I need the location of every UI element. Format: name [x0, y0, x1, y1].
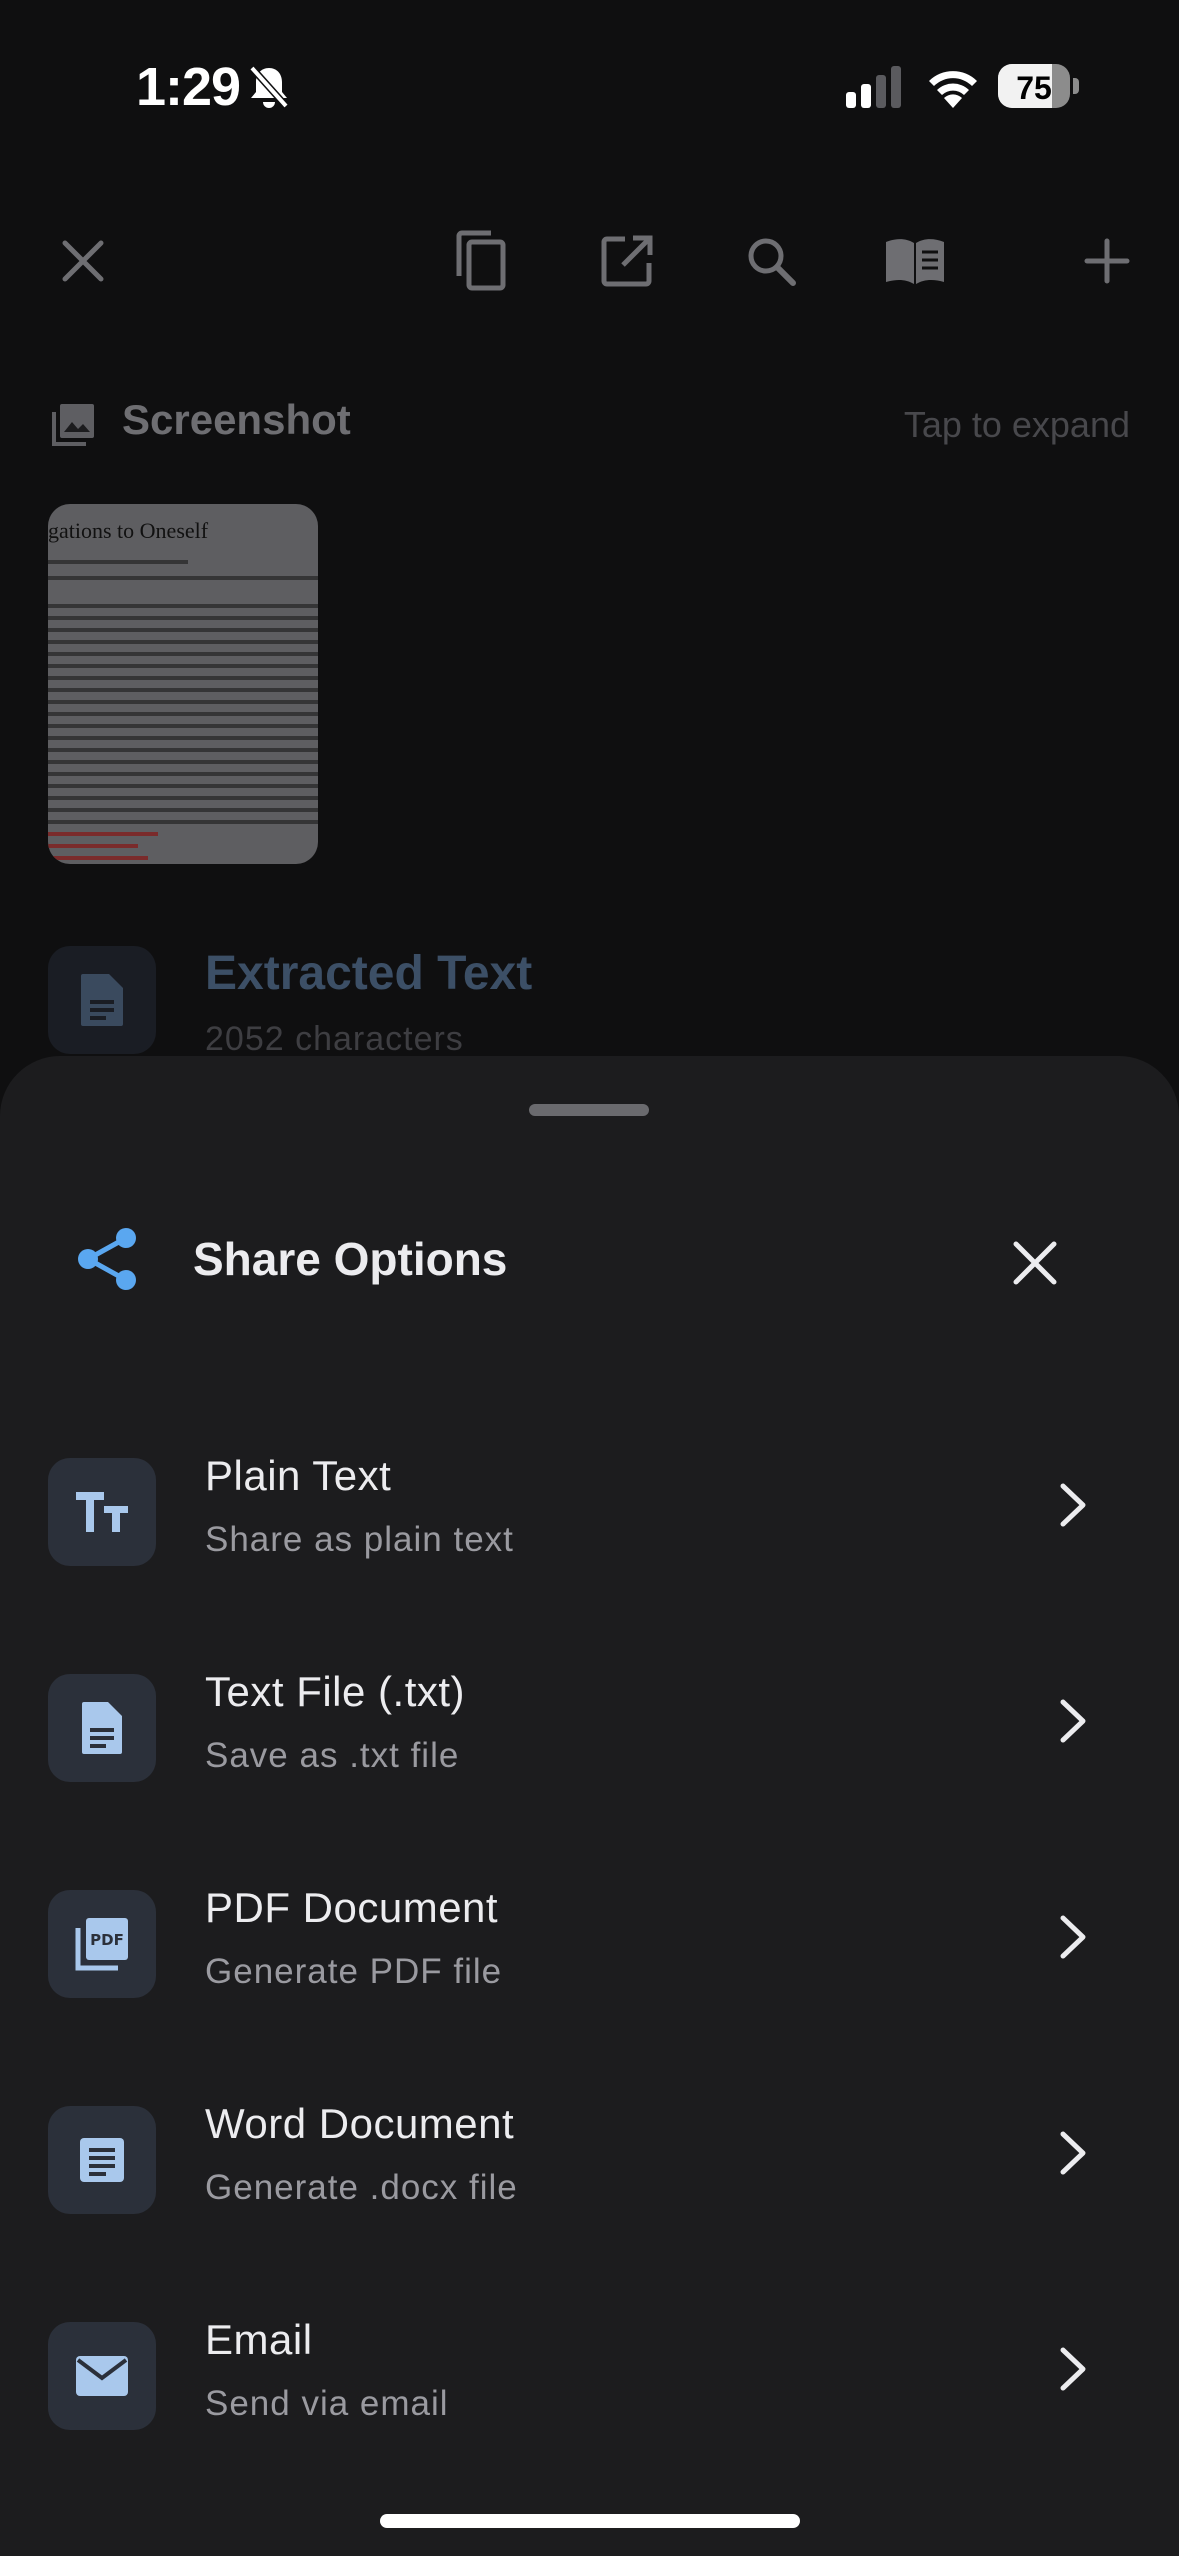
copy-icon[interactable] — [448, 228, 514, 294]
option-title: Plain Text — [205, 1452, 392, 1499]
status-time: 1:29 — [136, 57, 241, 117]
option-subtitle: Generate .docx file — [205, 2168, 518, 2207]
battery-indicator: 75 — [998, 64, 1070, 108]
section-label-screenshot: Screenshot — [122, 396, 351, 443]
close-icon[interactable] — [50, 228, 116, 294]
option-subtitle: Save as .txt file — [205, 1736, 460, 1775]
cellular-signal-icon — [846, 66, 904, 113]
option-title: PDF Document — [205, 1884, 499, 1931]
plus-icon[interactable] — [1074, 228, 1140, 294]
wifi-icon — [925, 64, 981, 113]
battery-percent: 75 — [1016, 70, 1052, 106]
extracted-text-count: 2052 characters — [205, 1020, 464, 1058]
chevron-right-icon — [1058, 1698, 1088, 1749]
open-external-icon[interactable] — [594, 228, 660, 294]
word-doc-icon — [48, 2106, 156, 2214]
extracted-text-title[interactable]: Extracted Text — [205, 946, 532, 1001]
email-icon — [48, 2322, 156, 2430]
chevron-right-icon — [1058, 1482, 1088, 1533]
option-title: Email — [205, 2316, 313, 2363]
option-title: Text File (.txt) — [205, 1668, 466, 1715]
book-icon[interactable] — [882, 228, 948, 294]
share-icon — [76, 1226, 140, 1297]
extracted-text-icon — [48, 946, 156, 1054]
silent-bell-icon — [248, 64, 290, 115]
close-icon — [1013, 1241, 1057, 1285]
document-icon — [48, 1674, 156, 1782]
battery-nub — [1073, 78, 1079, 94]
sheet-drag-handle[interactable] — [529, 1104, 649, 1116]
home-indicator[interactable] — [380, 2514, 800, 2528]
svg-text:PDF: PDF — [90, 1931, 124, 1949]
chevron-right-icon — [1058, 2130, 1088, 2181]
share-option-plain-text[interactable]: Plain Text Share as plain text — [0, 1452, 1179, 1658]
search-icon[interactable] — [738, 228, 804, 294]
option-title: Word Document — [205, 2100, 515, 2147]
option-subtitle: Send via email — [205, 2384, 449, 2423]
chevron-right-icon — [1058, 2346, 1088, 2397]
share-option-word[interactable]: Word Document Generate .docx file — [0, 2100, 1179, 2306]
thumbnail-title: gations to Oneself — [48, 518, 209, 543]
screenshot-thumbnail[interactable]: gations to Oneself — [48, 504, 318, 864]
sheet-title: Share Options — [193, 1233, 508, 1285]
text-format-icon — [48, 1458, 156, 1566]
tap-to-expand-hint[interactable]: Tap to expand — [904, 404, 1130, 446]
share-option-pdf[interactable]: PDF PDF Document Generate PDF file — [0, 1884, 1179, 2090]
close-sheet-button[interactable] — [1004, 1232, 1066, 1294]
share-option-text-file[interactable]: Text File (.txt) Save as .txt file — [0, 1668, 1179, 1874]
option-subtitle: Generate PDF file — [205, 1952, 503, 1991]
option-subtitle: Share as plain text — [205, 1520, 514, 1559]
chevron-right-icon — [1058, 1914, 1088, 1965]
image-icon — [52, 402, 96, 451]
pdf-icon: PDF — [48, 1890, 156, 1998]
share-option-email[interactable]: Email Send via email — [0, 2316, 1179, 2522]
